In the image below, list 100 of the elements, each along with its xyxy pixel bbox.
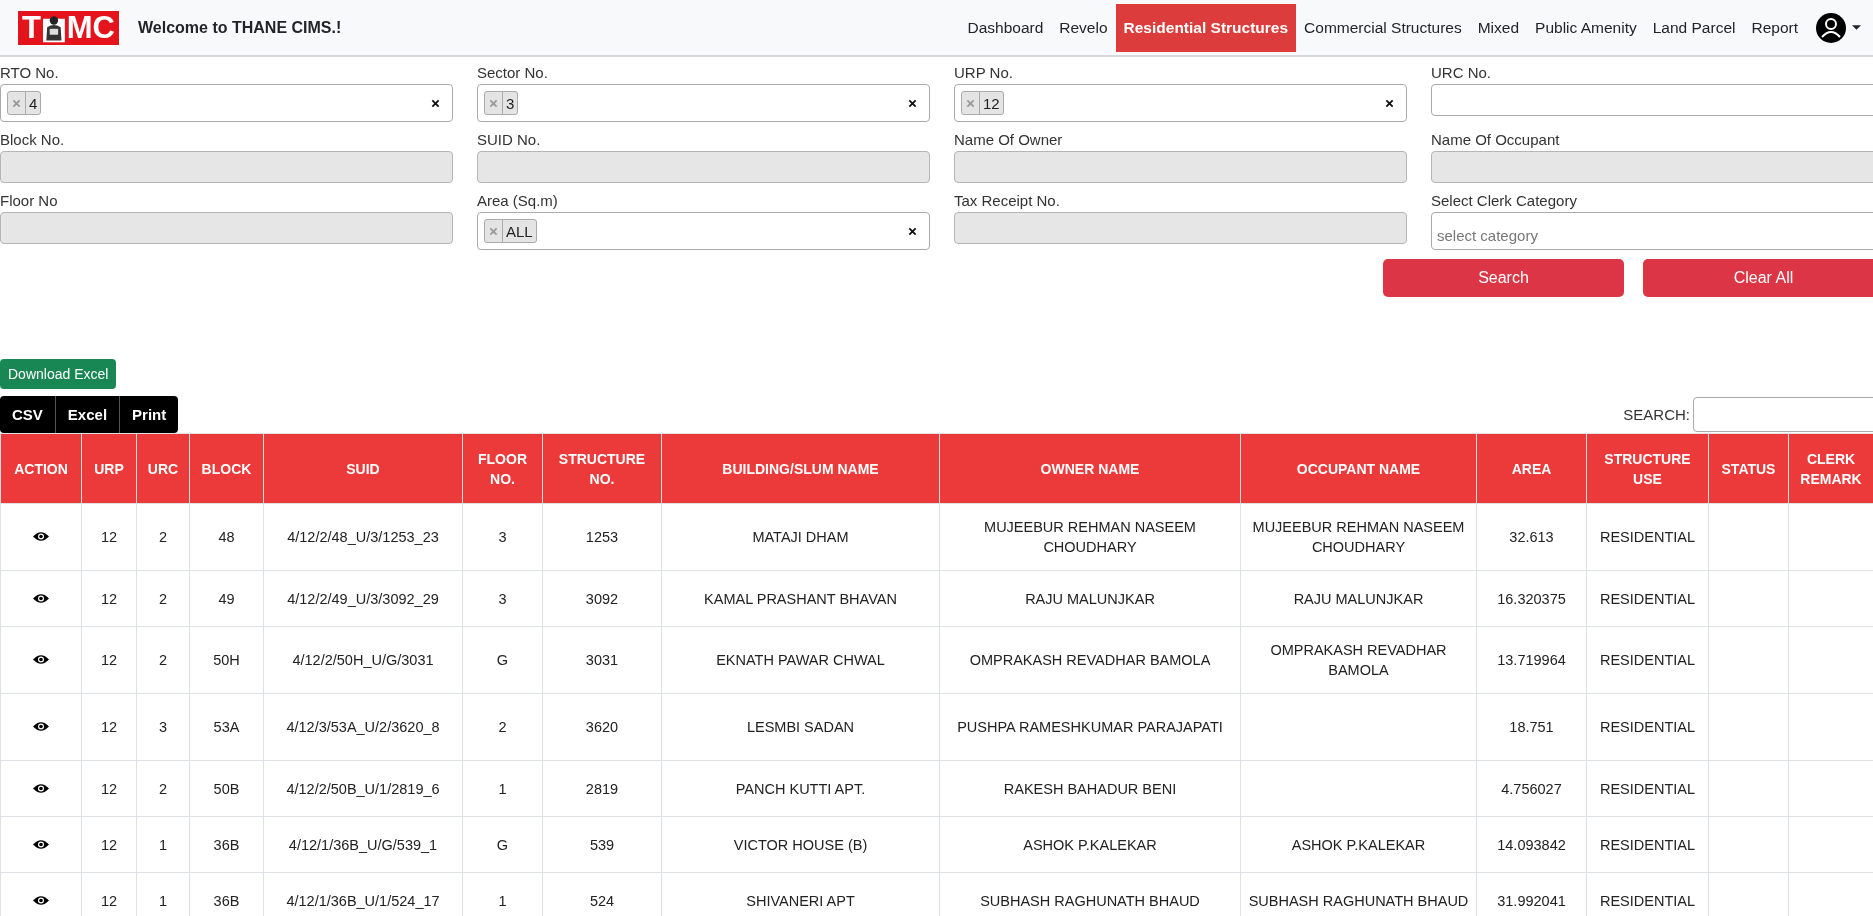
table-cell: ASHOK P.KALEKAR	[1023, 836, 1157, 853]
table-cell: RAKESH BAHADUR BENI	[1003, 780, 1177, 797]
nav-link[interactable]: Residential Structures	[1115, 3, 1297, 52]
table-cell: EKNATH PAWAR CHWAL	[716, 652, 885, 668]
table-cell: 12	[100, 780, 118, 797]
table-cell: RAJU MALUNJKAR	[1025, 590, 1155, 607]
table-cell: 32.613	[1509, 529, 1554, 545]
table-cell: 4/12/2/50H_U/G/3031	[292, 652, 434, 668]
table-cell: PANCH KUTTI APT.	[735, 780, 866, 797]
column-header[interactable]: BUILDING/SLUM NAME	[661, 433, 940, 504]
table-cell: 4/12/2/50B_U/1/2819_6	[286, 780, 440, 797]
table-cell: RESIDENTIAL	[1599, 836, 1696, 853]
column-header[interactable]: ACTION	[0, 433, 82, 504]
table-cell: 36B	[213, 836, 240, 853]
table-cell: 12	[100, 529, 118, 545]
selected-tag[interactable]: 12	[961, 91, 1004, 115]
field-label: RTO No.	[0, 63, 60, 83]
column-header[interactable]: URC	[136, 433, 190, 504]
table-cell: 539	[589, 836, 615, 853]
table-cell: 50B	[213, 780, 240, 797]
multi-select-field[interactable]: 4	[0, 84, 453, 122]
field-label: Floor No	[0, 191, 59, 211]
column-header[interactable]: STATUS	[1708, 433, 1789, 504]
nav-link[interactable]: Commercial Structures	[1296, 3, 1470, 52]
nav-link[interactable]: Public Amenity	[1527, 3, 1645, 52]
table-cell: LESMBI SADAN	[746, 719, 855, 735]
multi-select-field[interactable]: 12	[954, 84, 1407, 122]
table-cell: 2	[158, 529, 168, 545]
table-cell: 4.756027	[1501, 780, 1562, 797]
export-button[interactable]: Print	[120, 396, 179, 433]
table-cell: MATAJI DHAM	[752, 529, 849, 545]
table-cell: 49	[218, 590, 235, 607]
field-label: Select Clerk Category	[1431, 191, 1578, 211]
column-header[interactable]: OCCUPANT NAME	[1240, 433, 1477, 504]
table-cell: 16.320375	[1497, 590, 1566, 607]
field-label: Tax Receipt No.	[954, 191, 1061, 211]
field-label: Block No.	[0, 130, 66, 150]
welcome-text: Welcome to THANE CIMS.!	[138, 18, 342, 37]
column-header[interactable]: AREA	[1476, 433, 1587, 504]
form-button[interactable]: Clear All	[1643, 259, 1873, 297]
field-label: URP No.	[954, 63, 1014, 83]
table-cell: 1	[158, 892, 168, 909]
form-button[interactable]: Search	[1383, 259, 1624, 297]
table-cell: 3	[498, 529, 507, 545]
table-cell: RESIDENTIAL	[1599, 719, 1696, 735]
table-cell: 3031	[585, 652, 619, 668]
selected-tag[interactable]: 3	[484, 91, 519, 115]
table-cell: 12	[100, 590, 118, 607]
column-header[interactable]: STRUCTURE USE	[1586, 433, 1709, 504]
table-cell: KAMAL PRASHANT BHAVAN	[704, 590, 897, 607]
selected-tag[interactable]: 4	[7, 91, 42, 115]
table-cell: 12	[100, 719, 118, 735]
field-label: Name Of Owner	[954, 130, 1064, 150]
column-header[interactable]: FLOOR NO.	[462, 433, 543, 504]
column-header[interactable]: CLERK REMARK	[1788, 433, 1873, 504]
multi-select-field[interactable]: 3	[477, 84, 930, 122]
field-label: SUID No.	[477, 130, 542, 150]
field-label: Sector No.	[477, 63, 549, 83]
download-excel-button[interactable]: Download Excel	[0, 359, 117, 389]
table-cell: 1253	[585, 529, 619, 545]
field-label: Area (Sq.m)	[477, 191, 559, 211]
table-cell: RAJU MALUNJKAR	[1293, 590, 1424, 607]
column-header[interactable]: SUID	[263, 433, 463, 504]
table-cell: 2	[498, 719, 507, 735]
field-label: Name Of Occupant	[1431, 130, 1561, 150]
nav-link[interactable]: Land Parcel	[1644, 3, 1744, 52]
column-header[interactable]: OWNER NAME	[939, 433, 1241, 504]
column-header[interactable]: URP	[81, 433, 137, 504]
table-cell: G	[496, 652, 509, 668]
multi-select-field[interactable]: ALL	[477, 212, 930, 250]
table-cell: 1	[158, 836, 168, 853]
table-cell: OMPRAKASH REVADHAR BAMOLA	[969, 652, 1211, 668]
table-cell: SHIVANERI APT	[746, 892, 855, 909]
select-field[interactable]: select category	[1431, 212, 1873, 250]
search-label: SEARCH:	[1623, 406, 1690, 423]
table-cell: PUSHPA RAMESHKUMAR PARAJAPATI	[957, 719, 1223, 735]
table-cell: 50H	[213, 652, 240, 668]
column-header[interactable]: STRUCTURE NO.	[542, 433, 662, 504]
table-cell: 18.751	[1509, 719, 1554, 735]
table-cell: 12	[100, 892, 118, 909]
table-cell: 12	[100, 652, 118, 668]
nav-link[interactable]: Dashboard	[959, 3, 1052, 52]
nav-link[interactable]: Mixed	[1469, 3, 1528, 52]
table-cell: 3	[158, 719, 168, 735]
logo-letter: T	[22, 9, 41, 46]
table-cell: SUBHASH RAGHUNATH BHAUD	[980, 892, 1200, 909]
logo[interactable]: T MC	[17, 9, 120, 46]
nav-link[interactable]: Report	[1743, 3, 1806, 52]
table-cell: SUBHASH RAGHUNATH BHAUD	[1248, 892, 1469, 909]
table-cell: 2	[158, 652, 168, 668]
table-cell: RESIDENTIAL	[1599, 652, 1696, 668]
table-cell: 14.093842	[1497, 836, 1566, 853]
table-cell: 2819	[585, 780, 619, 797]
table-cell: 4/12/3/53A_U/2/3620_8	[286, 719, 440, 735]
selected-tag[interactable]: ALL	[484, 219, 537, 243]
table-cell: 12	[100, 836, 118, 853]
nav-link[interactable]: Revelo	[1051, 3, 1116, 52]
table-cell: 3092	[585, 590, 619, 607]
table-cell: 4/12/1/36B_U/1/524_17	[286, 892, 440, 909]
column-header[interactable]: BLOCK	[189, 433, 264, 504]
